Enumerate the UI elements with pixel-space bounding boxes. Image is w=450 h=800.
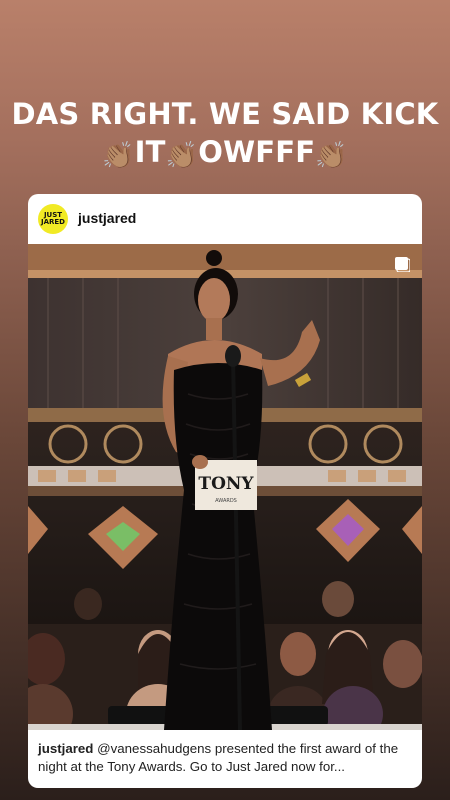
avatar-text-line2: JARED: [40, 218, 65, 226]
post-photo[interactable]: TONY AWARDS: [28, 244, 422, 730]
clap-emoji-2: 👏🏽: [165, 141, 199, 171]
post-caption[interactable]: justjared @vanessahudgens presented the …: [38, 740, 414, 776]
caption-word-it: IT: [134, 135, 166, 169]
caption-text: @vanessahudgens presented the first awar…: [38, 741, 399, 774]
post-header[interactable]: JUST JARED justjared: [28, 194, 422, 244]
shared-post-card[interactable]: JUST JARED justjared TONY AWARDS justjar…: [28, 194, 422, 788]
avatar[interactable]: JUST JARED: [38, 204, 68, 234]
caption-word-owfff: OWFFF: [198, 135, 316, 169]
podium-sign-sub: AWARDS: [215, 498, 237, 504]
story-caption: DAS RIGHT. WE SAID KICK 👏🏽IT👏🏽OWFFF👏🏽: [0, 95, 450, 175]
stage-photo-illustration: TONY AWARDS: [28, 244, 422, 730]
caption-username[interactable]: justjared: [38, 741, 93, 756]
clap-emoji-3: 👏🏽: [315, 141, 348, 171]
clap-emoji-1: 👏🏽: [102, 141, 135, 171]
caption-line-1: DAS RIGHT. WE SAID KICK: [11, 97, 439, 131]
caption-line-2: 👏🏽IT👏🏽OWFFF👏🏽: [0, 133, 450, 175]
post-username[interactable]: justjared: [78, 210, 136, 226]
multiple-photos-icon: [395, 257, 410, 272]
podium-sign-title: TONY: [198, 474, 254, 494]
